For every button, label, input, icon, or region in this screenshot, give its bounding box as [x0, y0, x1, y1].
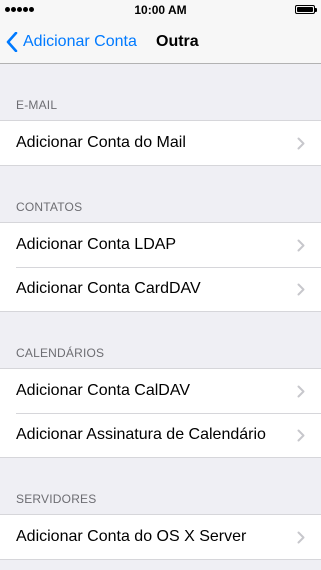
chevron-right-icon — [297, 283, 305, 296]
chevron-right-icon — [297, 385, 305, 398]
add-ldap-account-row[interactable]: Adicionar Conta LDAP — [0, 223, 321, 267]
row-label: Adicionar Conta LDAP — [16, 236, 177, 253]
navigation-bar: Adicionar Conta Outra — [0, 20, 321, 64]
row-label: Adicionar Conta CalDAV — [16, 382, 191, 399]
add-mail-account-row[interactable]: Adicionar Conta do Mail — [0, 121, 321, 165]
back-button[interactable]: Adicionar Conta — [6, 20, 137, 64]
add-carddav-account-row[interactable]: Adicionar Conta CardDAV — [0, 267, 321, 311]
row-label: Adicionar Conta CardDAV — [16, 280, 201, 297]
group-servers: Adicionar Conta do OS X Server — [0, 514, 321, 560]
chevron-right-icon — [297, 137, 305, 150]
chevron-left-icon — [6, 32, 18, 52]
row-label: Adicionar Conta do OS X Server — [16, 528, 247, 545]
page-title: Outra — [156, 33, 199, 50]
status-bar: 10:00 AM — [0, 0, 321, 20]
chevron-right-icon — [297, 429, 305, 442]
chevron-right-icon — [297, 531, 305, 544]
add-calendar-subscription-row[interactable]: Adicionar Assinatura de Calendário — [0, 413, 321, 457]
row-label: Adicionar Conta do Mail — [16, 134, 186, 151]
chevron-right-icon — [297, 239, 305, 252]
status-time: 10:00 AM — [134, 3, 187, 17]
section-header-contacts: CONTATOS — [16, 200, 83, 214]
battery-icon — [295, 5, 317, 14]
back-button-label: Adicionar Conta — [23, 33, 137, 50]
section-header-email: E-MAIL — [16, 98, 58, 112]
section-header-servers: SERVIDORES — [16, 492, 97, 506]
group-calendars: Adicionar Conta CalDAV Adicionar Assinat… — [0, 368, 321, 458]
row-label: Adicionar Assinatura de Calendário — [16, 426, 266, 443]
settings-list: E-MAIL Adicionar Conta do Mail CONTATOS … — [0, 64, 321, 560]
group-contacts: Adicionar Conta LDAP Adicionar Conta Car… — [0, 222, 321, 312]
add-caldav-account-row[interactable]: Adicionar Conta CalDAV — [0, 369, 321, 413]
add-osx-server-account-row[interactable]: Adicionar Conta do OS X Server — [0, 515, 321, 559]
section-header-calendars: CALENDÁRIOS — [16, 346, 105, 360]
group-email: Adicionar Conta do Mail — [0, 120, 321, 166]
